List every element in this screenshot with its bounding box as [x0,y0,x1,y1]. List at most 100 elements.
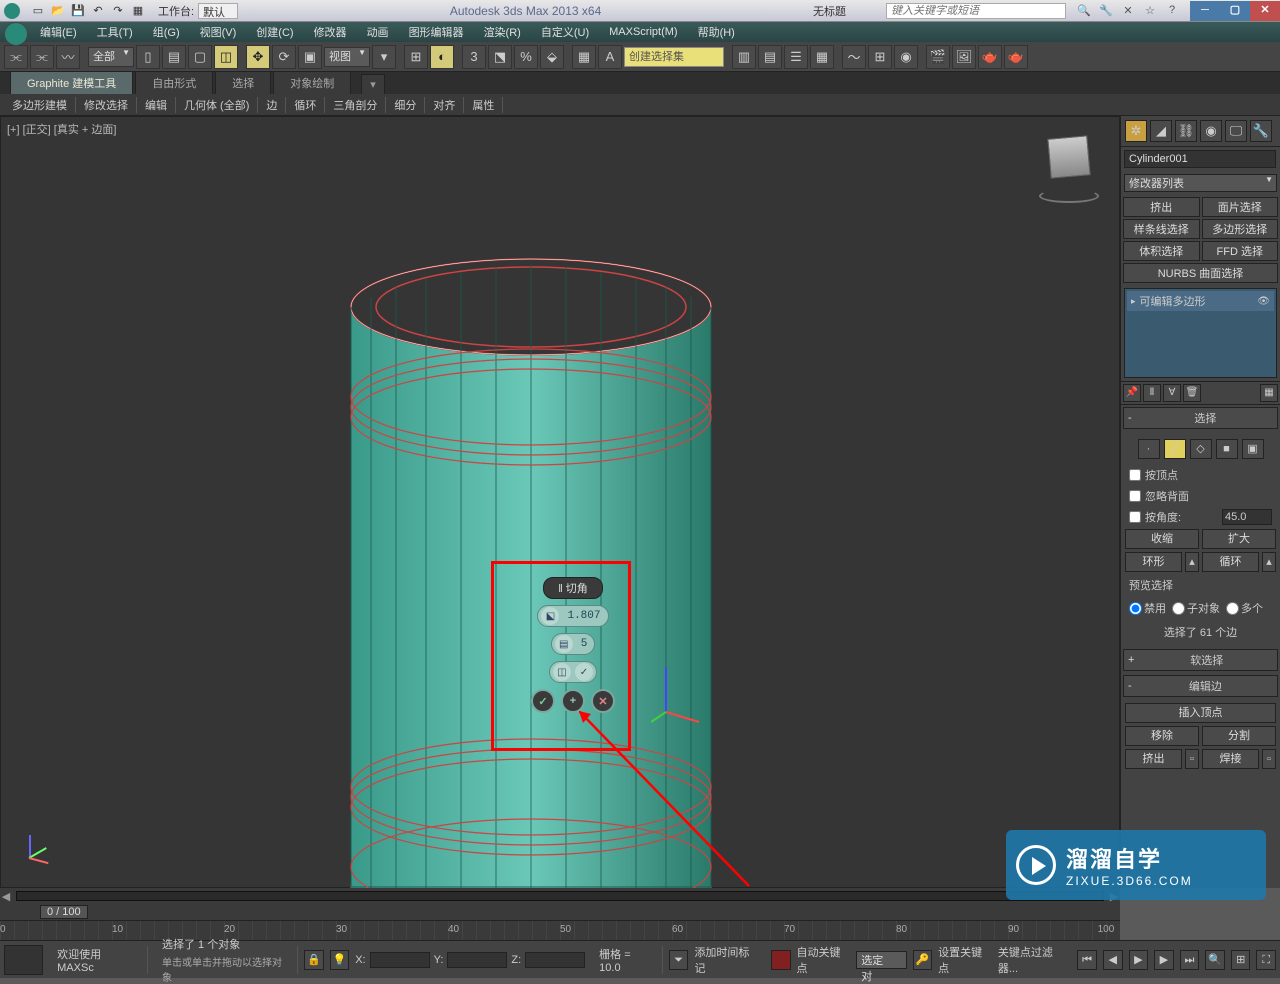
mirror-icon[interactable]: ▥ [732,45,756,69]
set-key-button[interactable]: 🔑 [913,950,933,970]
ffd-sel-button[interactable]: FFD 选择 [1202,241,1279,261]
pin-stack-icon[interactable]: 📌 [1123,384,1141,402]
ribbon-panel-8[interactable]: 对齐 [425,97,464,113]
preview-off-radio[interactable]: 禁用 [1129,600,1166,616]
menu-help[interactable]: 帮助(H) [688,24,745,40]
angle-snap-icon[interactable]: ⬔ [488,45,512,69]
ribbon-panel-6[interactable]: 三角剖分 [325,97,386,113]
ribbon-expand-icon[interactable]: ▾ [361,74,385,94]
unlink-icon[interactable]: ⫘ [30,45,54,69]
ref-coord-dropdown[interactable]: 视图 [324,47,370,67]
selection-filter-dropdown[interactable]: 全部 [88,47,134,67]
select-name-icon[interactable]: ▤ [162,45,186,69]
zoom-icon[interactable]: 🔍 [1205,950,1225,970]
ribbon-panel-0[interactable]: 多边形建模 [4,97,76,113]
menu-grapheditors[interactable]: 图形编辑器 [399,24,474,40]
preview-subobj-radio[interactable]: 子对象 [1172,600,1220,616]
zoom-all-icon[interactable]: ⊞ [1231,950,1251,970]
edit-named-sel-icon[interactable]: ▦ [572,45,596,69]
link-icon[interactable]: ⫘ [4,45,28,69]
maxscript-mini-listener[interactable] [4,945,43,975]
pivot-icon[interactable]: ▾ [372,45,396,69]
by-angle-checkbox[interactable]: 按角度: [1125,508,1276,526]
modifier-list-dropdown[interactable]: 修改器列表 [1124,174,1277,192]
key-mode-dropdown[interactable]: 选定对 [856,951,906,969]
star-icon[interactable]: ☆ [1142,4,1158,17]
rollout-editedge-header[interactable]: 编辑边 [1123,675,1278,697]
ribbon-tab-objectpaint[interactable]: 对象绘制 [273,71,351,94]
viewport-label[interactable]: [+] [正交] [真实 + 边面] [7,121,116,137]
ribbon-panel-3[interactable]: 几何体 (全部) [176,97,258,113]
ribbon-panel-7[interactable]: 细分 [386,97,425,113]
material-editor-icon[interactable]: ◉ [894,45,918,69]
time-tag-icon[interactable]: ⏷ [669,950,689,970]
named-selection-dropdown[interactable]: 创建选择集 [624,47,724,67]
goto-end-icon[interactable]: ⏭ [1180,950,1200,970]
remove-button[interactable]: 移除 [1125,726,1199,746]
render-prod-icon[interactable]: 🫖 [1004,45,1028,69]
polygon-level-icon[interactable]: ■ [1216,439,1238,459]
ribbon-panel-5[interactable]: 循环 [286,97,325,113]
face-sel-button[interactable]: 面片选择 [1202,197,1279,217]
menu-rendering[interactable]: 渲染(R) [474,24,531,40]
spline-sel-button[interactable]: 样条线选择 [1123,219,1200,239]
coord-z-input[interactable] [525,952,585,968]
make-unique-icon[interactable]: ∀ [1163,384,1181,402]
snap-icon[interactable]: 3 [462,45,486,69]
render-icon[interactable]: 🫖 [978,45,1002,69]
percent-snap-icon[interactable]: % [514,45,538,69]
app-icon[interactable] [4,3,20,19]
ring-button[interactable]: 环形 [1125,552,1182,572]
schematic-icon[interactable]: ⊞ [868,45,892,69]
help-icon[interactable]: ? [1164,4,1180,17]
by-vertex-checkbox[interactable]: 按顶点 [1125,466,1276,484]
extrude-edge-button[interactable]: 挤出 [1125,749,1182,769]
border-level-icon[interactable]: ◇ [1190,439,1212,459]
ribbon-tab-graphite[interactable]: Graphite 建模工具 [10,71,133,94]
viewport[interactable]: [+] [正交] [真实 + 边面] [0,116,1120,888]
rollout-softsel-header[interactable]: 软选择 [1123,649,1278,671]
keyboard-shortcut-icon[interactable]: ◐ [430,45,454,69]
object-name-input[interactable] [1124,150,1276,168]
time-slider-knob[interactable]: 0 / 100 [40,905,88,919]
exchange-icon[interactable]: ✕ [1120,4,1136,17]
element-level-icon[interactable]: ▣ [1242,439,1264,459]
menu-tools[interactable]: 工具(T) [87,24,143,40]
close-button[interactable]: ✕ [1250,1,1280,21]
menu-views[interactable]: 视图(V) [190,24,247,40]
abc-icon[interactable]: A [598,45,622,69]
configure-stack-icon[interactable]: ▦ [1260,384,1278,402]
shrink-button[interactable]: 收缩 [1125,529,1199,549]
minimize-button[interactable]: ─ [1190,1,1220,21]
select-object-icon[interactable]: ▯ [136,45,160,69]
set-key-label[interactable]: 设置关键点 [938,944,992,976]
menu-group[interactable]: 组(G) [143,24,190,40]
workspace-dropdown[interactable]: 默认 [198,3,238,19]
hierarchy-tab-icon[interactable]: ⛓ [1175,120,1197,142]
stack-item-editable-poly[interactable]: 可编辑多边形👁 [1127,291,1274,311]
ribbon-panel-4[interactable]: 边 [258,97,286,113]
rollout-selection-header[interactable]: 选择 [1123,407,1278,429]
transform-gizmo[interactable]: z [651,667,701,727]
nurbs-sel-button[interactable]: NURBS 曲面选择 [1123,263,1278,283]
qat-save-icon[interactable]: 💾 [70,3,86,19]
goto-start-icon[interactable]: ⏮ [1077,950,1097,970]
render-frame-icon[interactable]: 🖼 [952,45,976,69]
key-icon[interactable]: 🔧 [1098,4,1114,17]
layers-icon[interactable]: ☰ [784,45,808,69]
bind-spacewarp-icon[interactable]: 〰 [56,45,80,69]
vol-sel-button[interactable]: 体积选择 [1123,241,1200,261]
prev-frame-icon[interactable]: ◀ [1103,950,1123,970]
qat-undo-icon[interactable]: ↶ [90,3,106,19]
motion-tab-icon[interactable]: ◉ [1200,120,1222,142]
ribbon-tab-freeform[interactable]: 自由形式 [135,71,213,94]
vertex-level-icon[interactable]: · [1138,439,1160,459]
ribbon-panel-2[interactable]: 编辑 [137,97,176,113]
ribbon-tab-selection[interactable]: 选择 [215,71,271,94]
rotate-icon[interactable]: ⟳ [272,45,296,69]
next-frame-icon[interactable]: ▶ [1154,950,1174,970]
stack-eye-icon[interactable]: 👁 [1257,296,1270,307]
max-viewport-icon[interactable]: ⛶ [1256,950,1276,970]
split-button[interactable]: 分割 [1202,726,1276,746]
scale-icon[interactable]: ▣ [298,45,322,69]
